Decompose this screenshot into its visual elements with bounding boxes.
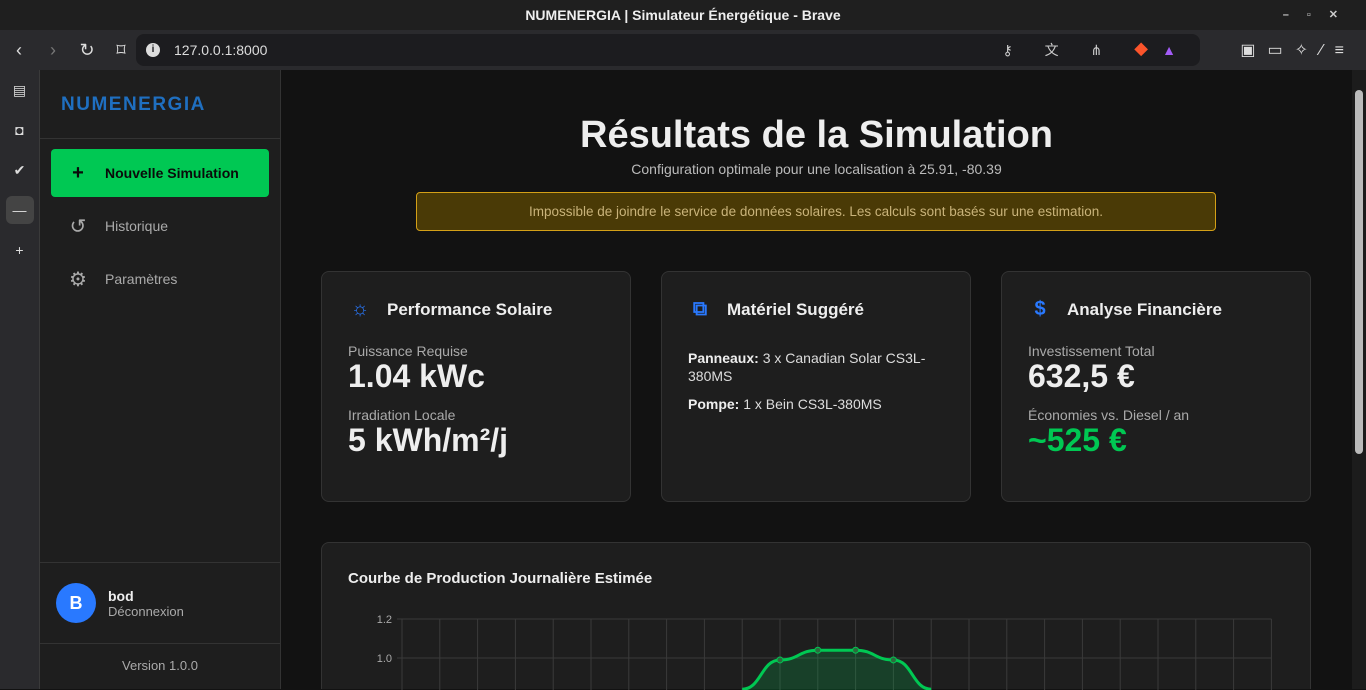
bookmark-icon[interactable]: ⌑ xyxy=(106,40,136,61)
card-title: Analyse Financière xyxy=(1067,299,1222,319)
user-name: bod xyxy=(108,587,134,604)
irradiation-label: Irradiation Locale xyxy=(348,407,456,423)
panels-line: Panneaux: 3 x Canadian Solar CS3L-380MS xyxy=(688,349,944,385)
pump-value: 1 x Bein CS3L-380MS xyxy=(739,396,882,412)
active-tab-icon[interactable]: — xyxy=(5,196,34,224)
avatar: B xyxy=(56,583,96,623)
nav-label: Nouvelle Simulation xyxy=(105,165,239,181)
logout-link[interactable]: Déconnexion xyxy=(108,604,184,619)
copy-icon: ⧉ xyxy=(692,298,708,320)
reload-icon[interactable]: ↻ xyxy=(72,40,102,61)
pump-label: Pompe: xyxy=(688,396,740,412)
window-title: NUMENERGIA | Simulateur Énergétique - Br… xyxy=(0,0,1366,30)
savings-value: ~525 € xyxy=(1028,422,1127,458)
card-title: Matériel Suggéré xyxy=(727,299,864,319)
back-icon[interactable]: ‹ xyxy=(4,40,34,61)
add-icon[interactable]: + xyxy=(6,236,34,264)
nav-history[interactable]: ↺ Historique xyxy=(51,202,269,250)
app-icon[interactable]: ✔ xyxy=(6,156,34,184)
data-point xyxy=(852,646,860,654)
data-point xyxy=(889,656,897,664)
scrollbar[interactable] xyxy=(1352,70,1366,689)
irradiation-value: 5 kWh/m²/j xyxy=(348,422,509,458)
app-icon[interactable]: ◘ xyxy=(6,116,34,144)
warning-alert: Impossible de joindre le service de donn… xyxy=(416,192,1216,231)
power-label: Puissance Requise xyxy=(348,343,468,359)
nav-label: Paramètres xyxy=(105,271,178,287)
data-point xyxy=(776,656,784,664)
toolbar-right-icons[interactable]: ▣▭✧⁄≡ xyxy=(1240,40,1356,60)
app-sidebar: NUMENERGIA + Nouvelle Simulation ↺ Histori… xyxy=(40,70,281,689)
window-controls[interactable]: –▫✕ xyxy=(1283,0,1356,30)
page-subtitle: Configuration optimale pour une localisa… xyxy=(631,161,1002,177)
data-point xyxy=(814,646,822,654)
y-tick-label: 1.2 xyxy=(377,614,392,626)
info-icon[interactable]: i xyxy=(146,43,160,57)
sun-icon: ☼ xyxy=(350,298,370,320)
production-chart: 1.2 1.0 xyxy=(377,614,1272,690)
solar-card: ☼ Performance Solaire Puissance Requise 1… xyxy=(321,271,631,502)
user-panel: B bod Déconnexion xyxy=(40,562,280,644)
scrollbar-thumb[interactable] xyxy=(1355,90,1363,454)
dollar-icon: $ xyxy=(1034,298,1046,320)
savings-label: Économies vs. Diesel / an xyxy=(1028,407,1190,423)
material-card: ⧉ Matériel Suggéré Panneaux: 3 x Canadian… xyxy=(661,271,971,502)
production-chart-card: Courbe de Production Journalière Estimée… xyxy=(321,542,1311,690)
address-bar[interactable]: i 127.0.0.1:8000 ⚷ 文 ⋔ ◆▲ xyxy=(136,34,1200,66)
finance-card: $ Analyse Financière Investissement Total… xyxy=(1001,271,1311,502)
nav-settings[interactable]: ⚙ Paramètres xyxy=(51,255,269,303)
window-title-text: NUMENERGIA | Simulateur Énergétique - Br… xyxy=(525,7,841,23)
page-title: Résultats de la Simulation xyxy=(580,114,1053,156)
y-tick-label: 1.0 xyxy=(377,653,392,665)
nav-label: Historique xyxy=(105,218,169,234)
history-icon: ↺ xyxy=(69,215,87,238)
logo[interactable]: NUMENERGIA xyxy=(40,70,280,139)
forward-icon[interactable]: › xyxy=(38,40,68,61)
pump-line: Pompe: 1 x Bein CS3L-380MS xyxy=(688,395,944,413)
browser-toolbar: ‹ › ↻ ⌑ i 127.0.0.1:8000 ⚷ 文 ⋔ ◆▲ ▣▭✧⁄≡ xyxy=(0,30,1366,70)
plus-icon: + xyxy=(72,161,84,184)
version: Version 1.0.0 xyxy=(122,658,198,673)
sidebar-toggle-icon[interactable]: ▤ xyxy=(6,76,34,104)
main-content: Résultats de la Simulation Configuration… xyxy=(281,70,1352,690)
investment-label: Investissement Total xyxy=(1028,343,1155,359)
gear-icon: ⚙ xyxy=(69,268,87,291)
address-bar-icons[interactable]: ⚷ 文 ⋔ ◆▲ xyxy=(1002,40,1190,60)
browser-sidebar: ▤ ◘ ✔ — + xyxy=(0,70,40,689)
card-title: Performance Solaire xyxy=(387,299,553,319)
panels-label: Panneaux: xyxy=(688,350,759,366)
brave-shield-icon[interactable]: ◆ xyxy=(1134,42,1162,58)
investment-value: 632,5 € xyxy=(1028,358,1135,394)
url-text[interactable]: 127.0.0.1:8000 xyxy=(174,42,267,58)
nav-new-simulation[interactable]: + Nouvelle Simulation xyxy=(51,149,269,197)
production-area xyxy=(742,650,932,690)
brave-rewards-icon[interactable]: ▲ xyxy=(1162,42,1190,58)
power-value: 1.04 kWc xyxy=(348,358,485,394)
